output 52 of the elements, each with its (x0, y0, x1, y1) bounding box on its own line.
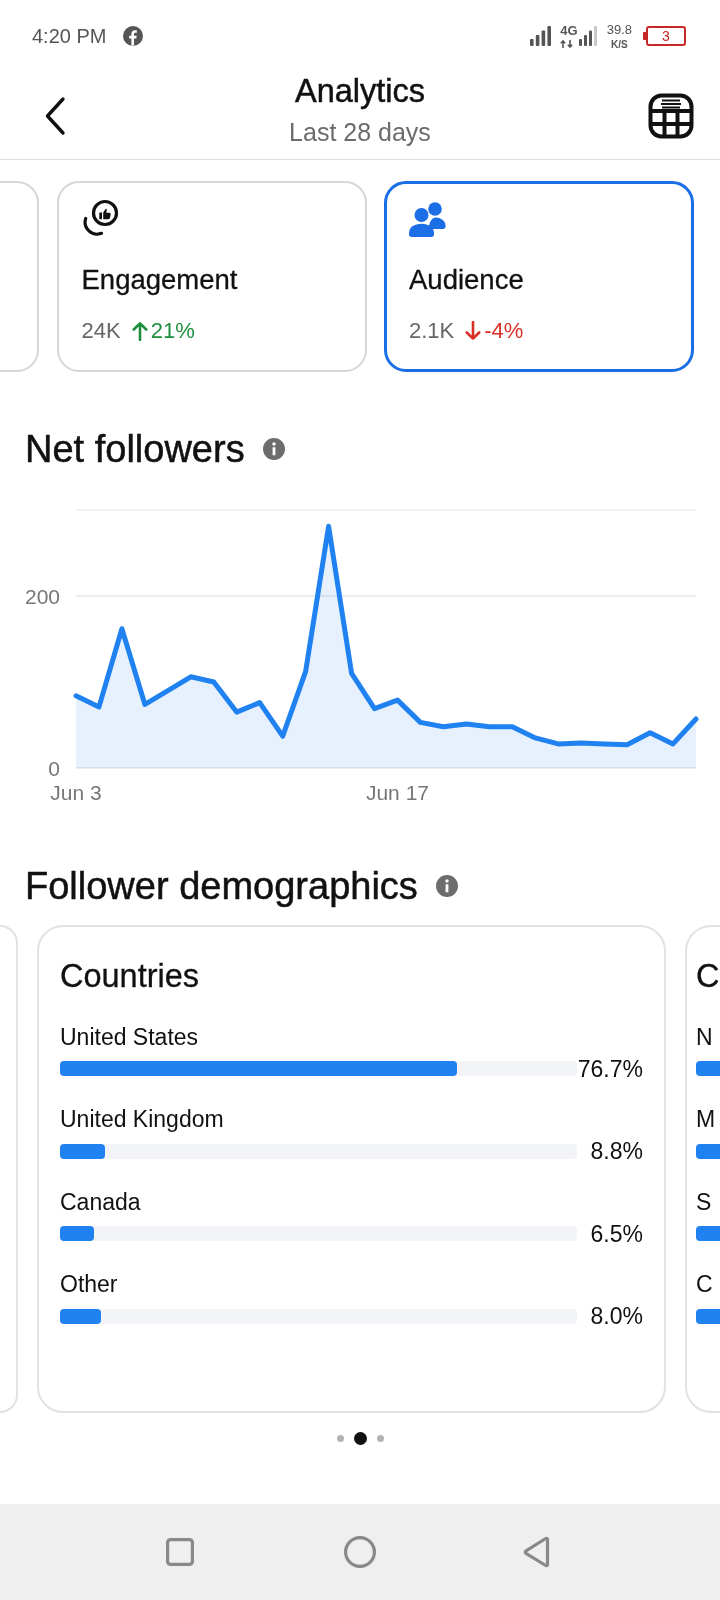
metric-change: -4% (484, 317, 524, 345)
axis-label: Jun 17 (365, 780, 429, 801)
axis-label: 200 (24, 584, 60, 608)
row-label: M (696, 1105, 716, 1133)
row-label: Other (60, 1270, 118, 1298)
home-icon[interactable] (344, 1536, 376, 1568)
f-logo-icon (123, 26, 144, 46)
recent-apps-icon[interactable] (166, 1538, 194, 1566)
back-icon[interactable] (44, 95, 66, 136)
row-label: United States (60, 1022, 199, 1051)
calendar-icon[interactable] (648, 92, 694, 139)
axis-label: 0 (48, 756, 60, 780)
battery-indicator: 3 (643, 26, 686, 46)
row-label: C (696, 1270, 713, 1298)
percentage-value: 76.7% (577, 1054, 643, 1083)
section-title: Follower demographics (25, 864, 418, 908)
people-icon (409, 201, 447, 237)
percentage-value: 8.0% (590, 1302, 643, 1330)
status-time: 4:20 PM (32, 24, 107, 48)
metric-value: 2.1K (409, 317, 455, 345)
row-label: Canada (60, 1187, 141, 1216)
info-icon[interactable] (262, 438, 285, 460)
signal-icon (578, 26, 597, 46)
page-title: Analytics (294, 73, 426, 109)
metric-card[interactable]: Engagement 24K 21% (56, 181, 367, 372)
metric-value: 24K (81, 317, 121, 345)
card-title: Engagement (81, 263, 238, 297)
section-title: Net followers (25, 427, 245, 471)
network-type: 4G (560, 24, 578, 37)
bar-fill (696, 1143, 720, 1159)
percentage-value: 8.8% (590, 1137, 643, 1165)
network-speed: 39.8 (606, 22, 632, 37)
card-title: Countries (60, 957, 200, 996)
row-label: N (696, 1022, 713, 1051)
bar-fill (696, 1308, 720, 1324)
percentage-value: 6.5% (590, 1219, 643, 1248)
card-title: C (696, 957, 720, 996)
metric-card[interactable]: Audience 2.1K -4% (384, 181, 694, 372)
bar-fill (696, 1226, 720, 1241)
nav-back-icon[interactable] (523, 1536, 550, 1568)
metric-change: 21% (150, 317, 195, 345)
row-label: S (696, 1187, 712, 1216)
axis-label: Jun 3 (50, 780, 102, 801)
page-subtitle: Last 28 days (289, 117, 431, 147)
signal-icon (530, 26, 552, 46)
speed-unit: K/S (611, 38, 628, 50)
data-arrows-icon (560, 40, 574, 48)
row-label: United Kingdom (60, 1105, 224, 1133)
info-icon[interactable] (435, 875, 458, 897)
thumbs-up-icon (81, 199, 120, 237)
bar-fill (696, 1061, 720, 1076)
card-title: Audience (409, 263, 524, 297)
